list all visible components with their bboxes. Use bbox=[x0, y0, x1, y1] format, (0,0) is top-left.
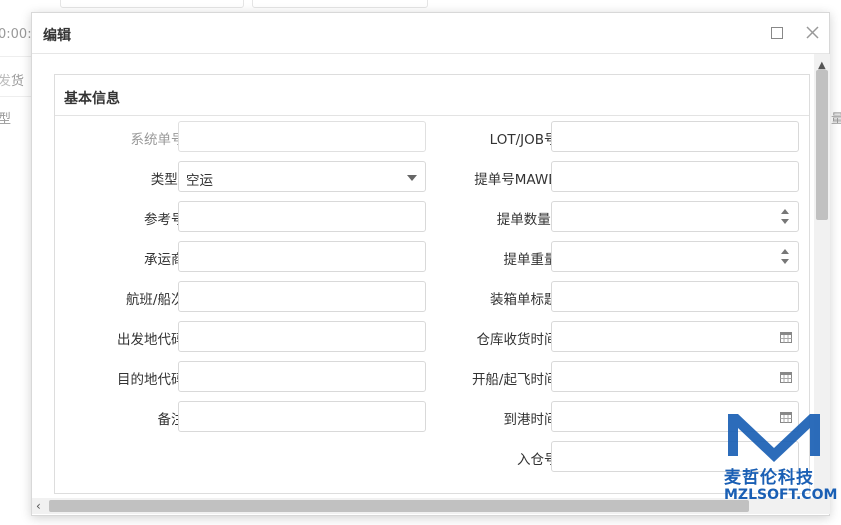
reference-field[interactable] bbox=[178, 201, 426, 232]
edit-dialog: 编辑 基本信息 系统单号： LOT/JOB号： 类型*： 空运 提单号MAWB：… bbox=[31, 12, 830, 516]
maximize-icon[interactable] bbox=[767, 23, 787, 43]
departure-time-field[interactable] bbox=[551, 361, 799, 392]
horizontal-scrollbar[interactable]: ‹ bbox=[32, 498, 830, 514]
dialog-body: 基本信息 系统单号： LOT/JOB号： 类型*： 空运 提单号MAWB： 参考… bbox=[32, 54, 814, 498]
bill-weight-field[interactable] bbox=[551, 241, 799, 272]
calendar-icon[interactable] bbox=[780, 331, 792, 343]
background-goods-text: 发货 bbox=[0, 74, 25, 89]
panel-header: 基本信息 bbox=[55, 75, 809, 116]
warehouse-receipt-time-field[interactable] bbox=[551, 321, 799, 352]
system-number-field[interactable] bbox=[178, 121, 426, 152]
destination-code-field[interactable] bbox=[178, 361, 426, 392]
brand-name-en: MZLSOFT.COM bbox=[724, 487, 838, 503]
calendar-icon[interactable] bbox=[780, 371, 792, 383]
background-type-text: 型 bbox=[0, 112, 12, 127]
spinner-icon[interactable] bbox=[781, 249, 791, 265]
spinner-icon[interactable] bbox=[781, 209, 791, 225]
background-input-1 bbox=[60, 0, 244, 8]
brand-name-cn: 麦哲伦科技 bbox=[724, 468, 814, 488]
scroll-thumb[interactable] bbox=[49, 500, 749, 512]
background-right-text: 量 bbox=[831, 112, 841, 127]
dialog-header: 编辑 bbox=[32, 13, 829, 54]
chevron-down-icon bbox=[407, 175, 417, 181]
background-divider bbox=[0, 56, 31, 57]
dialog-title: 编辑 bbox=[43, 28, 71, 44]
packing-title-field[interactable] bbox=[551, 281, 799, 312]
carrier-field[interactable] bbox=[178, 241, 426, 272]
origin-code-field[interactable] bbox=[178, 321, 426, 352]
close-icon[interactable] bbox=[803, 23, 823, 43]
scroll-thumb[interactable] bbox=[816, 70, 828, 220]
background-input-2 bbox=[252, 0, 428, 8]
lot-job-field[interactable] bbox=[551, 121, 799, 152]
panel-title: 基本信息 bbox=[64, 91, 120, 107]
mawb-field[interactable] bbox=[551, 161, 799, 192]
scroll-left-icon[interactable]: ‹ bbox=[36, 499, 41, 513]
flight-voyage-field[interactable] bbox=[178, 281, 426, 312]
background-divider bbox=[0, 96, 31, 97]
type-select[interactable]: 空运 bbox=[178, 161, 426, 192]
bill-quantity-field[interactable] bbox=[551, 201, 799, 232]
remarks-field[interactable] bbox=[178, 401, 426, 432]
